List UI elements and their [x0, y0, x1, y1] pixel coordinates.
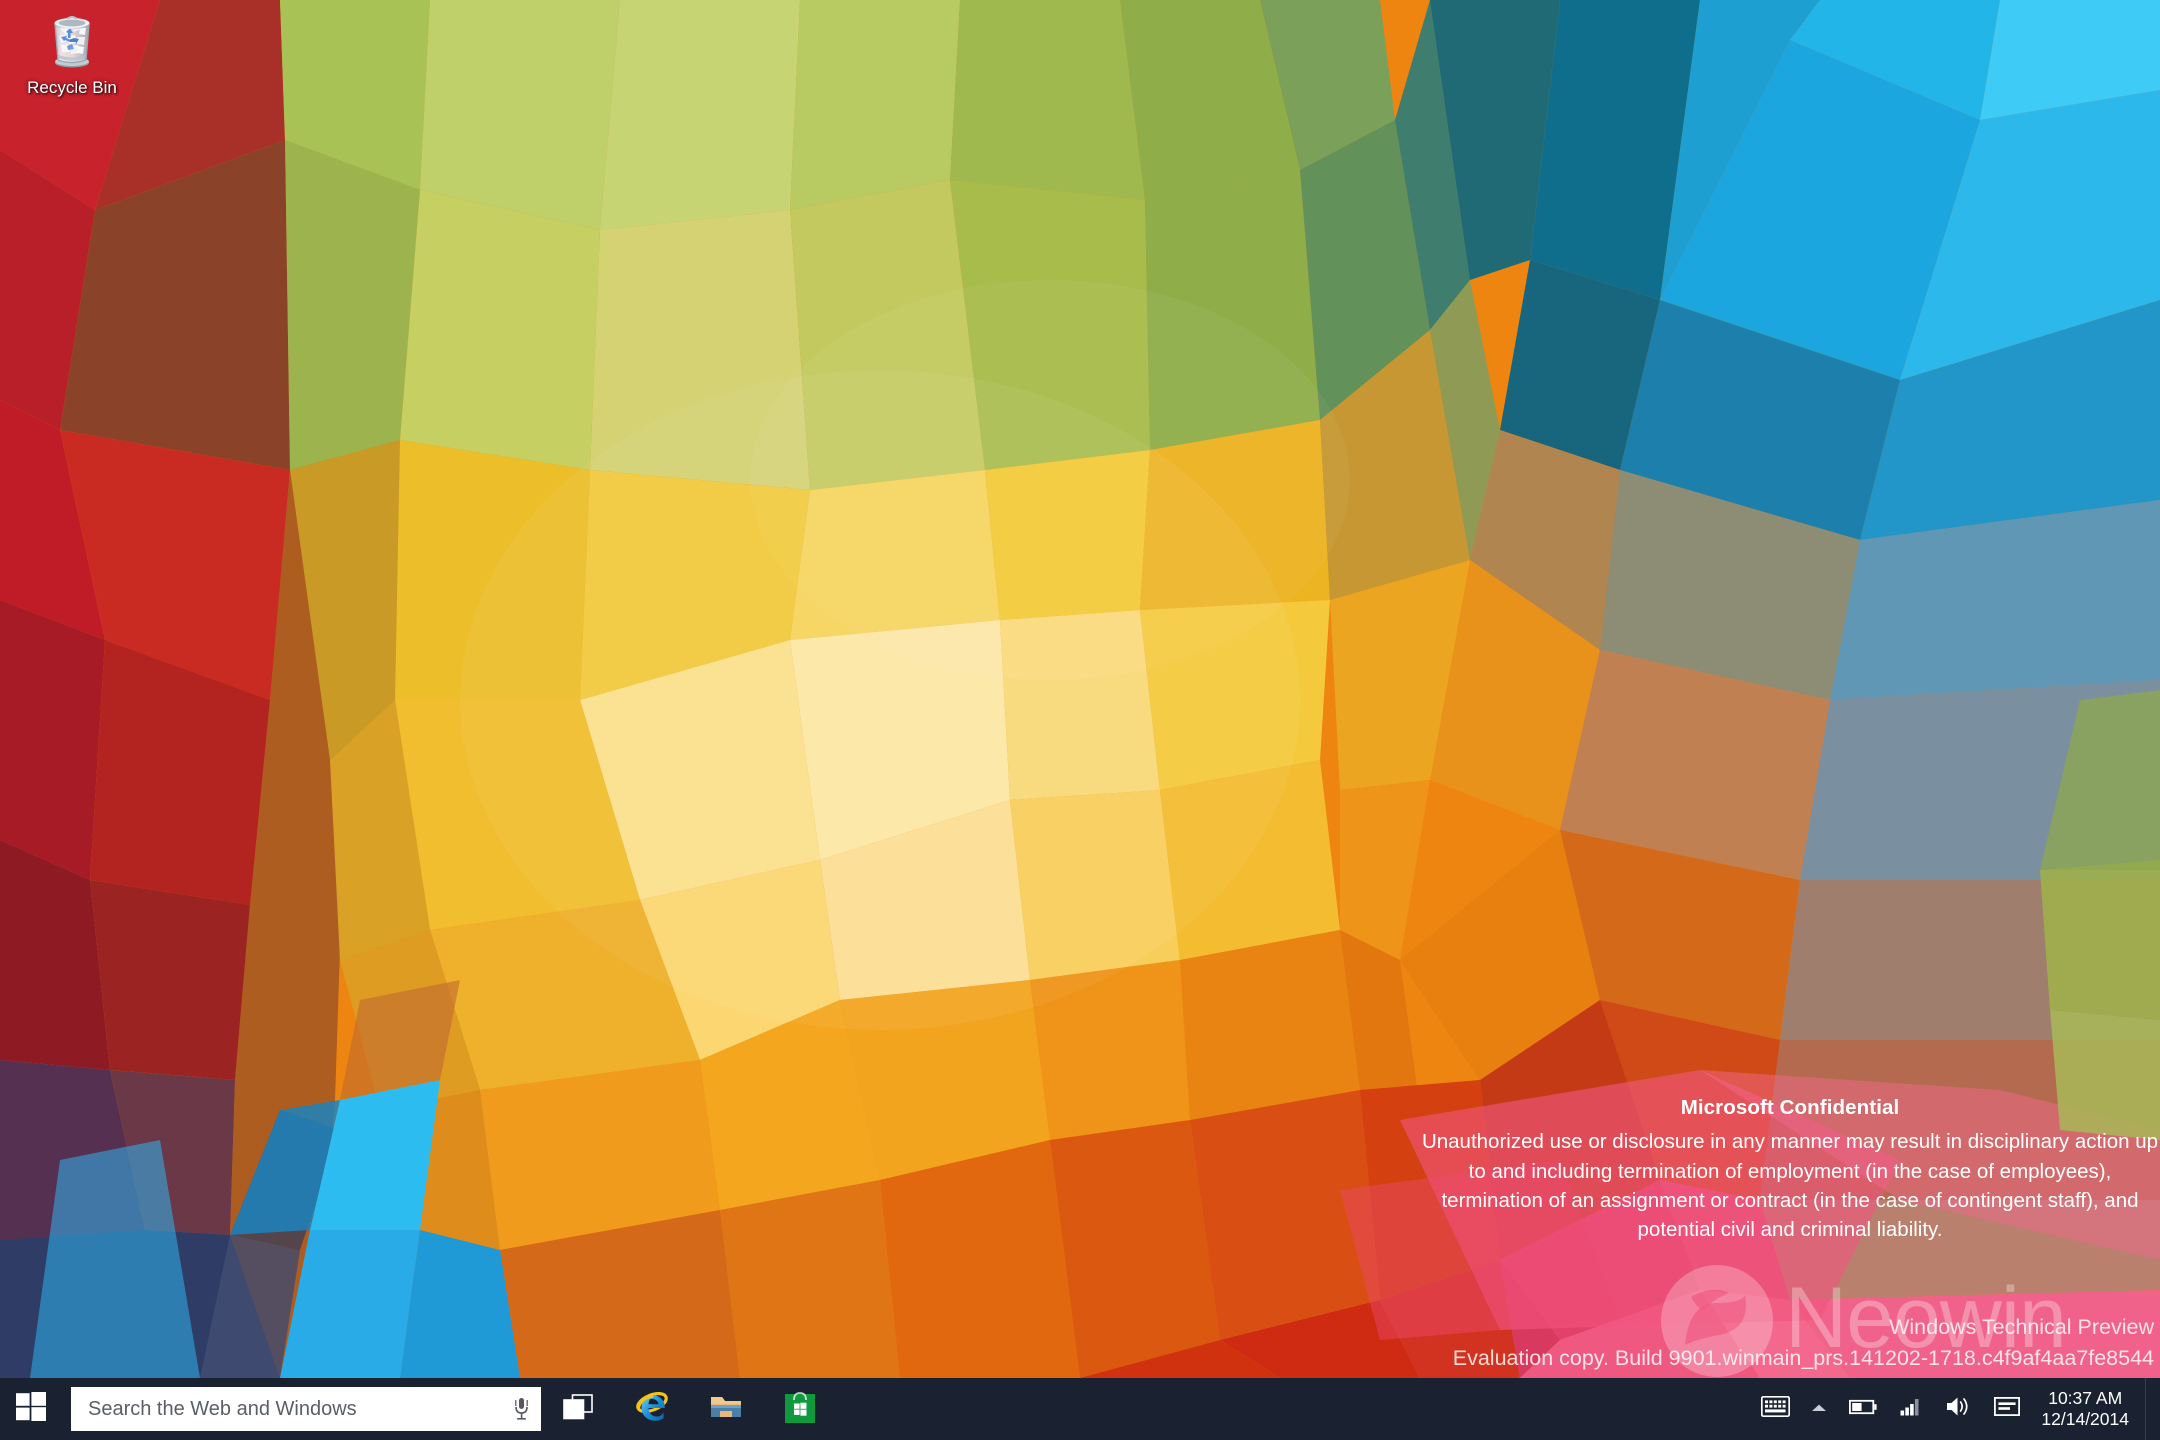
- taskbar-app-store[interactable]: [763, 1378, 837, 1440]
- search-input[interactable]: Search the Web and Windows: [72, 1398, 502, 1421]
- windows-logo-icon: [16, 1391, 46, 1427]
- internet-explorer-icon: [635, 1390, 669, 1429]
- tray-volume[interactable]: [1935, 1378, 1983, 1440]
- watermark-product-line: Windows Technical Preview: [1889, 1315, 2154, 1339]
- taskbar-clock[interactable]: 10:37 AM 12/14/2014: [2031, 1378, 2145, 1440]
- show-desktop-button[interactable]: [2145, 1378, 2156, 1440]
- confidential-notice-title: Microsoft Confidential: [1680, 1096, 1900, 1119]
- taskbar-app-file-explorer[interactable]: [689, 1378, 763, 1440]
- store-icon: [785, 1391, 815, 1428]
- desktop-icon-recycle-bin[interactable]: Recycle Bin: [12, 8, 132, 98]
- confidential-notice-body: Unauthorized use or disclosure in any ma…: [1421, 1130, 2159, 1242]
- build-watermark: Windows Technical Preview Evaluation cop…: [1453, 1312, 2154, 1373]
- search-box[interactable]: Search the Web and Windows: [71, 1387, 541, 1431]
- tray-show-hidden-icons[interactable]: [1799, 1378, 1839, 1440]
- tray-touch-keyboard[interactable]: [1751, 1378, 1799, 1440]
- tray-network[interactable]: [1887, 1378, 1935, 1440]
- confidential-notice: Microsoft Confidential Unauthorized use …: [1420, 1093, 2160, 1245]
- taskbar[interactable]: Search the Web and Windows 10:37 AM 12/1…: [0, 1378, 2160, 1440]
- file-explorer-icon: [710, 1393, 742, 1426]
- recycle-bin-icon: [40, 8, 104, 72]
- watermark-build-line: Evaluation copy. Build 9901.winmain_prs.…: [1452, 1345, 2154, 1370]
- task-view-icon: [563, 1393, 593, 1425]
- microphone-icon[interactable]: [502, 1387, 540, 1431]
- action-center-icon: [1994, 1396, 2021, 1421]
- start-button[interactable]: [0, 1378, 62, 1440]
- speaker-icon: [1946, 1396, 1972, 1422]
- taskbar-app-task-view[interactable]: [541, 1378, 615, 1440]
- keyboard-icon: [1760, 1395, 1790, 1422]
- tray-action-center[interactable]: [1983, 1378, 2031, 1440]
- clock-date: 12/14/2014: [2041, 1409, 2129, 1429]
- system-tray[interactable]: 10:37 AM 12/14/2014: [1751, 1378, 2160, 1440]
- tray-battery[interactable]: [1839, 1378, 1887, 1440]
- signal-bars-icon: [1900, 1398, 1922, 1421]
- taskbar-app-internet-explorer[interactable]: [615, 1378, 689, 1440]
- battery-icon: [1849, 1399, 1878, 1420]
- chevron-up-icon: [1811, 1400, 1827, 1418]
- desktop-icon-label: Recycle Bin: [27, 78, 117, 97]
- desktop[interactable]: Recycle Bin Microsoft Confidential Unaut…: [0, 0, 2160, 1440]
- taskbar-empty-area[interactable]: [837, 1378, 1751, 1440]
- clock-time: 10:37 AM: [2048, 1387, 2123, 1408]
